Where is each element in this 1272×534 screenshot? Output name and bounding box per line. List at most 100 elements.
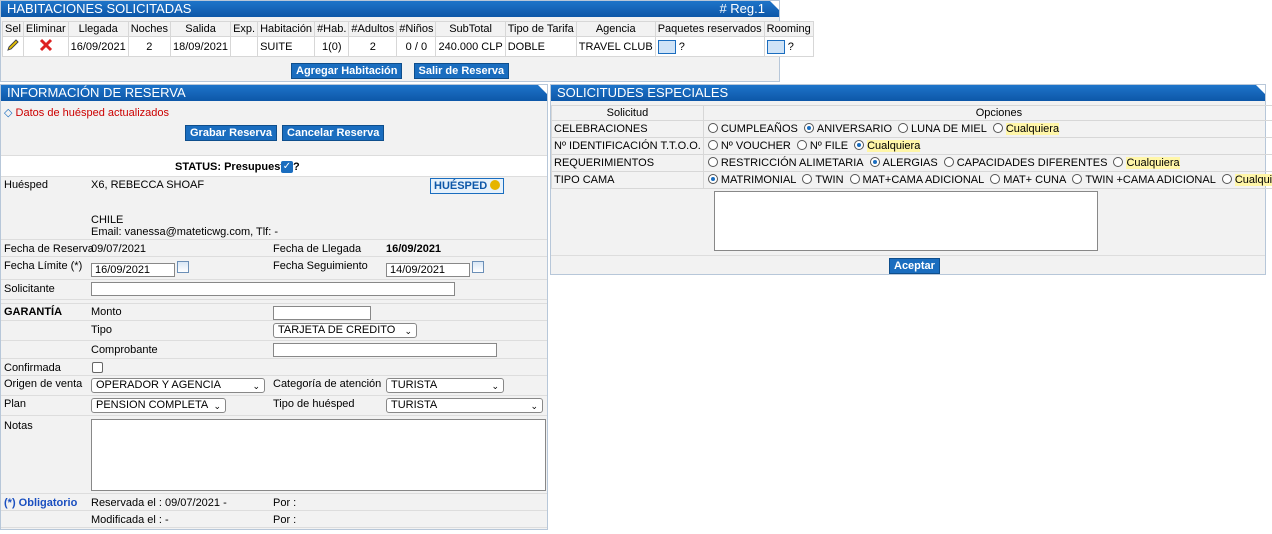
pencil-icon[interactable] bbox=[6, 38, 20, 52]
confirmada-row: Confirmada bbox=[1, 359, 547, 376]
adultos-cell: 2 bbox=[348, 36, 398, 57]
huesped-contact: Email: vanessa@mateticwg.com, Tlf: - bbox=[91, 226, 279, 238]
calendar-icon[interactable] bbox=[472, 261, 484, 273]
status-checkbox[interactable]: ✓ bbox=[281, 161, 293, 173]
radio-option[interactable]: CAPACIDADES DIFERENTES bbox=[942, 157, 1108, 169]
confirmada-checkbox[interactable] bbox=[92, 362, 103, 373]
radio-option[interactable]: ALERGIAS bbox=[868, 157, 938, 169]
rooming-help[interactable]: ? bbox=[788, 40, 794, 52]
delete-cell bbox=[22, 36, 69, 57]
aceptar-button[interactable]: Aceptar bbox=[889, 258, 940, 274]
habitaciones-titlebar: HABITACIONES SOLICITADAS # Reg.1 bbox=[1, 1, 779, 17]
corner-decoration bbox=[1256, 85, 1265, 94]
noches-cell: 2 bbox=[127, 36, 172, 57]
monto-row: GARANTÍA Monto bbox=[1, 303, 547, 321]
radio-option[interactable]: Nº VOUCHER bbox=[706, 140, 791, 152]
garantia-label: GARANTÍA bbox=[4, 306, 63, 318]
radio-icon[interactable] bbox=[943, 157, 954, 167]
solicitante-label: Solicitante bbox=[4, 283, 55, 295]
radio-option[interactable]: Nº FILE bbox=[795, 140, 848, 152]
tipo-huesped-select[interactable]: TURISTA ⌄ bbox=[386, 398, 543, 413]
fecha-limite-input[interactable]: 16/09/2021 bbox=[91, 263, 175, 277]
solicitudes-title: SOLICITUDES ESPECIALES bbox=[557, 85, 729, 100]
delete-icon[interactable] bbox=[39, 38, 53, 52]
solicitud-row: Nº IDENTIFICACIÓN T.T.O.O. Nº VOUCHER Nº F… bbox=[551, 137, 1272, 155]
radio-option[interactable]: Cualquiera bbox=[1111, 157, 1180, 169]
col-header: #Niños bbox=[396, 21, 437, 37]
categoria-label: Categoría de atención bbox=[273, 378, 382, 390]
radio-option[interactable]: MATRIMONIAL bbox=[706, 174, 796, 186]
agencia-cell: TRAVEL CLUB bbox=[575, 36, 656, 57]
radio-icon[interactable] bbox=[990, 174, 1001, 184]
tarifa-cell: DOBLE bbox=[504, 36, 577, 57]
por-label: Por : bbox=[273, 514, 297, 526]
comprobante-input[interactable] bbox=[273, 343, 497, 357]
radio-icon[interactable] bbox=[898, 123, 909, 133]
table-header-row: Sel Eliminar Llegada Noches Salida Exp. … bbox=[2, 21, 814, 37]
radio-icon[interactable] bbox=[707, 140, 718, 150]
radio-icon[interactable] bbox=[803, 123, 814, 133]
radio-option[interactable]: TWIN +CAMA ADICIONAL bbox=[1070, 174, 1216, 186]
huesped-button[interactable]: HUÉSPED bbox=[430, 178, 505, 194]
radio-icon[interactable] bbox=[854, 140, 865, 150]
tipo-row: Tipo TARJETA DE CREDITO ⌄ bbox=[1, 321, 547, 341]
rooming-icon[interactable] bbox=[766, 39, 785, 54]
hab-cell: 1(0) bbox=[314, 36, 350, 57]
monto-input[interactable] bbox=[273, 306, 371, 320]
origen-select[interactable]: OPERADOR Y AGENCIA ⌄ bbox=[91, 378, 265, 393]
grabar-reserva-button[interactable]: Grabar Reserva bbox=[185, 125, 277, 141]
col-header: Exp. bbox=[230, 21, 259, 37]
categoria-select[interactable]: TURISTA ⌄ bbox=[386, 378, 504, 393]
plan-row: Plan PENSION COMPLETA ⌄ Tipo de huésped … bbox=[1, 396, 547, 416]
radio-option[interactable]: RESTRICCIÓN ALIMETARIA bbox=[706, 157, 864, 169]
radio-label: Cualquiera bbox=[867, 140, 921, 152]
fecha-seguimiento-input[interactable]: 14/09/2021 bbox=[386, 263, 470, 277]
radio-icon[interactable] bbox=[1221, 174, 1232, 184]
radio-icon[interactable] bbox=[992, 123, 1003, 133]
col-header: Paquetes reservados bbox=[654, 21, 765, 37]
salir-reserva-button[interactable]: Salir de Reserva bbox=[413, 63, 510, 79]
tipo-huesped-label: Tipo de huésped bbox=[273, 398, 355, 410]
radio-option[interactable]: CUMPLEAÑOS bbox=[706, 123, 798, 135]
radio-icon[interactable] bbox=[796, 140, 807, 150]
solicitante-input[interactable] bbox=[91, 282, 455, 296]
notas-textarea[interactable] bbox=[91, 419, 546, 491]
modificada-row: Modificada el : - Por : bbox=[1, 511, 547, 528]
radio-icon[interactable] bbox=[1113, 157, 1124, 167]
categoria-select-value: TURISTA bbox=[391, 379, 438, 391]
cancelar-reserva-button[interactable]: Cancelar Reserva bbox=[282, 125, 385, 141]
paquetes-help[interactable]: ? bbox=[679, 40, 685, 52]
notas-label: Notas bbox=[4, 420, 33, 432]
radio-icon[interactable] bbox=[707, 157, 718, 167]
radio-option[interactable]: ANIVERSARIO bbox=[802, 123, 892, 135]
calendar-icon[interactable] bbox=[177, 261, 189, 273]
radio-label: CAPACIDADES DIFERENTES bbox=[956, 157, 1108, 169]
radio-option[interactable]: TWIN bbox=[800, 174, 844, 186]
status-help[interactable]: ? bbox=[293, 161, 300, 173]
huesped-button-label: HUÉSPED bbox=[434, 180, 488, 192]
radio-label: RESTRICCIÓN ALIMETARIA bbox=[720, 157, 864, 169]
habitaciones-title: HABITACIONES SOLICITADAS bbox=[7, 1, 192, 16]
radio-option[interactable]: MAT+CAMA ADICIONAL bbox=[848, 174, 984, 186]
radio-option[interactable]: Cualquiera bbox=[991, 123, 1060, 135]
reserva-actions: Grabar Reserva Cancelar Reserva bbox=[185, 125, 385, 141]
por-label: Por : bbox=[273, 497, 297, 509]
agregar-habitacion-button[interactable]: Agregar Habitación bbox=[291, 63, 403, 79]
radio-icon[interactable] bbox=[1072, 174, 1083, 184]
tipo-select[interactable]: TARJETA DE CREDITO ⌄ bbox=[273, 323, 417, 338]
radio-option[interactable]: Cualquiera bbox=[1220, 174, 1272, 186]
radio-option[interactable]: LUNA DE MIEL bbox=[896, 123, 987, 135]
package-icon[interactable] bbox=[657, 39, 676, 54]
chevron-down-icon: ⌄ bbox=[530, 401, 538, 411]
comment-textarea[interactable] bbox=[714, 191, 1098, 251]
radio-icon[interactable] bbox=[869, 157, 880, 167]
radio-icon[interactable] bbox=[849, 174, 860, 184]
radio-option[interactable]: Cualquiera bbox=[852, 140, 921, 152]
radio-icon[interactable] bbox=[707, 123, 718, 133]
radio-icon[interactable] bbox=[802, 174, 813, 184]
col-header: SubTotal bbox=[435, 21, 506, 37]
radio-icon[interactable] bbox=[707, 174, 718, 184]
plan-select[interactable]: PENSION COMPLETA ⌄ bbox=[91, 398, 226, 413]
radio-option[interactable]: MAT+ CUNA bbox=[988, 174, 1066, 186]
huesped-row: Huésped X6, REBECCA SHOAF CHILE Email: v… bbox=[1, 177, 547, 240]
